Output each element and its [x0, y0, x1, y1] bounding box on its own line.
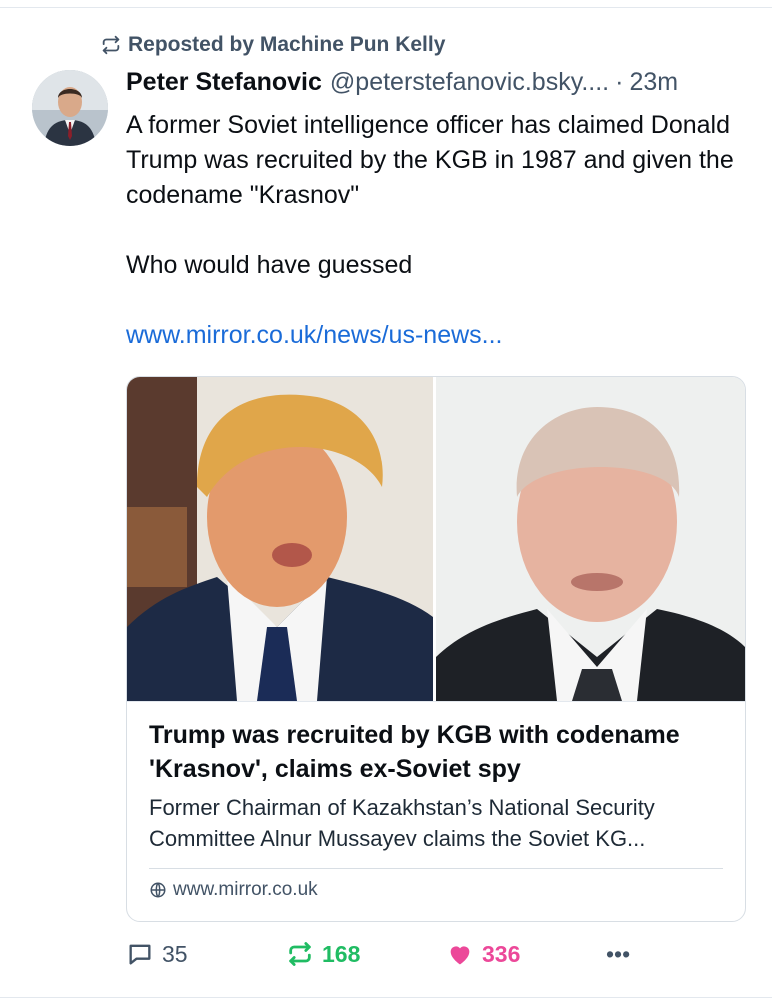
link-card-body: Trump was recruited by KGB with codename…: [127, 702, 745, 901]
post-link[interactable]: www.mirror.co.uk/news/us-news...: [126, 318, 756, 353]
link-card-title[interactable]: Trump was recruited by KGB with codename…: [149, 718, 723, 786]
link-card-domain: www.mirror.co.uk: [149, 879, 723, 901]
post[interactable]: Peter Stefanovic @peterstefanovic.bsky..…: [126, 68, 756, 353]
reposted-by-label: Reposted by Machine Pun Kelly: [128, 33, 446, 56]
post-text: A former Soviet intelligence officer has…: [126, 108, 756, 283]
link-card-domain-text: www.mirror.co.uk: [173, 879, 318, 900]
header-separator: ·: [615, 68, 624, 96]
globe-icon: [150, 882, 166, 898]
link-card-image: [127, 377, 745, 702]
repost-button[interactable]: 168: [286, 940, 446, 968]
post-header: Peter Stefanovic @peterstefanovic.bsky..…: [126, 68, 756, 104]
top-divider: [0, 0, 772, 8]
link-card-divider: [149, 868, 723, 869]
post-time[interactable]: 23m: [629, 68, 678, 97]
like-count: 336: [482, 940, 521, 967]
repost-icon: [102, 35, 120, 55]
more-options-button[interactable]: •••: [606, 941, 630, 968]
link-card-description: Former Chairman of Kazakhstan’s National…: [149, 795, 655, 851]
post-text-paragraph-1: A former Soviet intelligence officer has…: [126, 111, 734, 209]
more-options-icon: •••: [606, 940, 631, 967]
post-text-paragraph-2: Who would have guessed: [126, 251, 413, 279]
repost-icon: [289, 942, 311, 966]
reposted-by[interactable]: Reposted by Machine Pun Kelly: [100, 33, 445, 57]
reply-count: 35: [162, 940, 188, 967]
link-card[interactable]: Trump was recruited by KGB with codename…: [126, 376, 746, 922]
avatar-photo: [32, 70, 108, 146]
repost-count: 168: [322, 940, 361, 967]
avatar[interactable]: [32, 70, 108, 146]
author-name[interactable]: Peter Stefanovic: [126, 68, 322, 97]
heart-icon: [450, 946, 470, 965]
reply-button[interactable]: 35: [126, 940, 286, 968]
reply-icon: [129, 944, 151, 965]
post-actions: 35 168 336 •••: [126, 940, 646, 968]
like-button[interactable]: 336: [446, 940, 606, 968]
author-handle[interactable]: @peterstefanovic.bsky....: [330, 68, 609, 97]
